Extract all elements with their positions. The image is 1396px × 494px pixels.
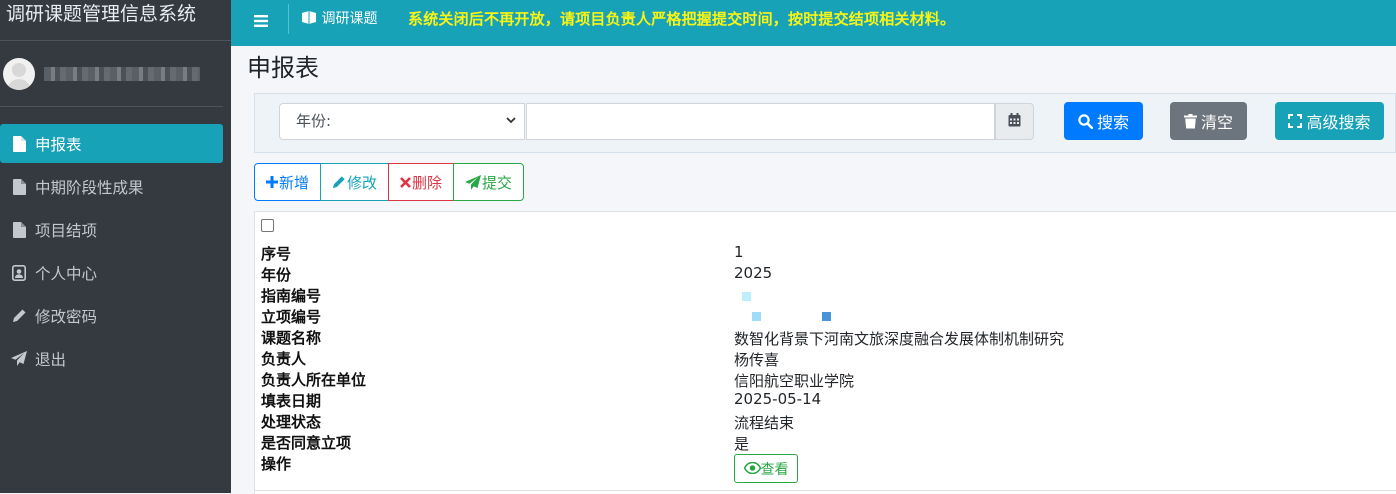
sidebar-item-label: 修改密码 xyxy=(35,307,98,326)
paper-plane-icon xyxy=(10,351,28,366)
user-name-redacted[interactable] xyxy=(44,67,200,81)
delete-button[interactable]: 删除 xyxy=(388,163,455,201)
value-unit: 信阳航空职业学院 xyxy=(734,372,855,390)
sidebar-item-application[interactable]: 申报表 xyxy=(0,124,223,163)
sidebar-item-conclusion[interactable]: 项目结项 xyxy=(0,210,223,249)
year-select[interactable]: 年份: xyxy=(279,103,525,140)
sidebar-item-label: 退出 xyxy=(35,350,67,369)
pencil-icon xyxy=(332,175,346,189)
clear-button-label: 清空 xyxy=(1200,113,1233,132)
record-card: 序号 年份 指南编号 立项编号 课题名称 负责人 负责人所在单位 填表日期 处理… xyxy=(254,211,1396,494)
field-label: 年份 xyxy=(261,266,292,284)
sidebar-item-midterm[interactable]: 中期阶段性成果 xyxy=(0,167,223,206)
pencil-icon xyxy=(10,308,28,323)
user-card-icon xyxy=(10,264,28,281)
delete-label: 删除 xyxy=(412,173,443,192)
module-label: 调研课题 xyxy=(321,11,378,27)
clear-button[interactable]: 清空 xyxy=(1170,102,1247,140)
calendar-button[interactable] xyxy=(995,103,1034,140)
system-notice: 系统关闭后不再开放，请项目负责人严格把握提交时间，按时提交结项相关材料。 xyxy=(408,10,956,28)
sidebar: 调研课题管理信息系统 申报表 中期阶段性成果 项目结项 个人中心 修改密码 退出 xyxy=(0,0,231,493)
edit-label: 修改 xyxy=(347,173,378,192)
module-link[interactable]: 调研课题 xyxy=(301,8,377,28)
app-title: 调研课题管理信息系统 xyxy=(0,0,231,41)
project-number-redacted xyxy=(752,312,761,321)
value-approved: 是 xyxy=(734,435,750,453)
field-label: 是否同意立项 xyxy=(261,434,352,452)
close-icon xyxy=(400,176,411,188)
sidebar-item-label: 个人中心 xyxy=(35,264,98,283)
divider xyxy=(255,490,1396,491)
trash-icon xyxy=(1183,113,1197,129)
field-label: 指南编号 xyxy=(261,287,322,305)
submit-label: 提交 xyxy=(482,173,513,192)
sidebar-item-logout[interactable]: 退出 xyxy=(0,339,223,378)
sidebar-nav: 申报表 中期阶段性成果 项目结项 个人中心 修改密码 退出 xyxy=(0,124,231,382)
value-date: 2025-05-14 xyxy=(734,390,822,408)
expand-icon xyxy=(1288,114,1303,128)
search-button-label: 搜索 xyxy=(1096,113,1129,132)
field-label: 序号 xyxy=(261,245,292,263)
view-button[interactable]: 查看 xyxy=(734,454,798,483)
divider xyxy=(288,4,289,34)
action-toolbar: 新增 修改 删除 提交 xyxy=(254,163,525,201)
file-icon xyxy=(10,178,28,195)
value-year: 2025 xyxy=(734,264,773,282)
value-status: 流程结束 xyxy=(734,414,795,432)
edit-button[interactable]: 修改 xyxy=(320,163,390,201)
submit-button[interactable]: 提交 xyxy=(453,163,525,201)
field-label: 操作 xyxy=(261,455,292,473)
top-navbar: 调研课题 系统关闭后不再开放，请项目负责人严格把握提交时间，按时提交结项相关材料… xyxy=(231,0,1396,46)
menu-toggle-icon[interactable] xyxy=(254,10,268,32)
project-number-redacted xyxy=(822,312,831,321)
guide-number-redacted xyxy=(742,292,751,301)
advanced-search-label: 高级搜索 xyxy=(1306,113,1371,132)
sidebar-item-label: 申报表 xyxy=(35,135,82,154)
value-leader: 杨传喜 xyxy=(734,351,780,369)
field-label: 填表日期 xyxy=(261,392,322,410)
value-title: 数智化背景下河南文旅深度融合发展体制机制研究 xyxy=(734,330,1065,348)
paper-plane-icon xyxy=(465,174,482,190)
search-button[interactable]: 搜索 xyxy=(1064,102,1143,140)
file-icon xyxy=(10,135,28,152)
add-button[interactable]: 新增 xyxy=(254,163,322,201)
field-label: 负责人 xyxy=(261,350,307,368)
book-icon xyxy=(301,11,317,27)
search-icon xyxy=(1078,113,1093,129)
calendar-icon xyxy=(1008,112,1021,131)
field-label: 课题名称 xyxy=(261,329,322,347)
view-label: 查看 xyxy=(760,461,789,478)
search-panel: 年份: 搜索 清空 高级搜索 xyxy=(254,93,1396,153)
eye-icon xyxy=(743,461,761,477)
row-checkbox[interactable] xyxy=(261,219,274,232)
sidebar-item-label: 项目结项 xyxy=(35,221,98,240)
field-label: 负责人所在单位 xyxy=(261,371,367,389)
year-select-value: 年份: xyxy=(296,112,332,130)
add-label: 新增 xyxy=(279,173,310,192)
plus-icon xyxy=(266,176,278,188)
avatar[interactable] xyxy=(3,58,35,90)
advanced-search-button[interactable]: 高级搜索 xyxy=(1275,102,1384,140)
sidebar-item-label: 中期阶段性成果 xyxy=(35,178,144,197)
year-date-input[interactable] xyxy=(526,103,995,140)
sidebar-item-change-password[interactable]: 修改密码 xyxy=(0,296,223,335)
user-panel xyxy=(0,41,223,107)
file-icon xyxy=(10,221,28,238)
value-no: 1 xyxy=(734,243,744,261)
page-title: 申报表 xyxy=(247,54,319,82)
field-label: 立项编号 xyxy=(261,308,322,326)
field-label: 处理状态 xyxy=(261,413,322,431)
sidebar-item-profile[interactable]: 个人中心 xyxy=(0,253,223,292)
chevron-down-icon xyxy=(506,104,516,139)
